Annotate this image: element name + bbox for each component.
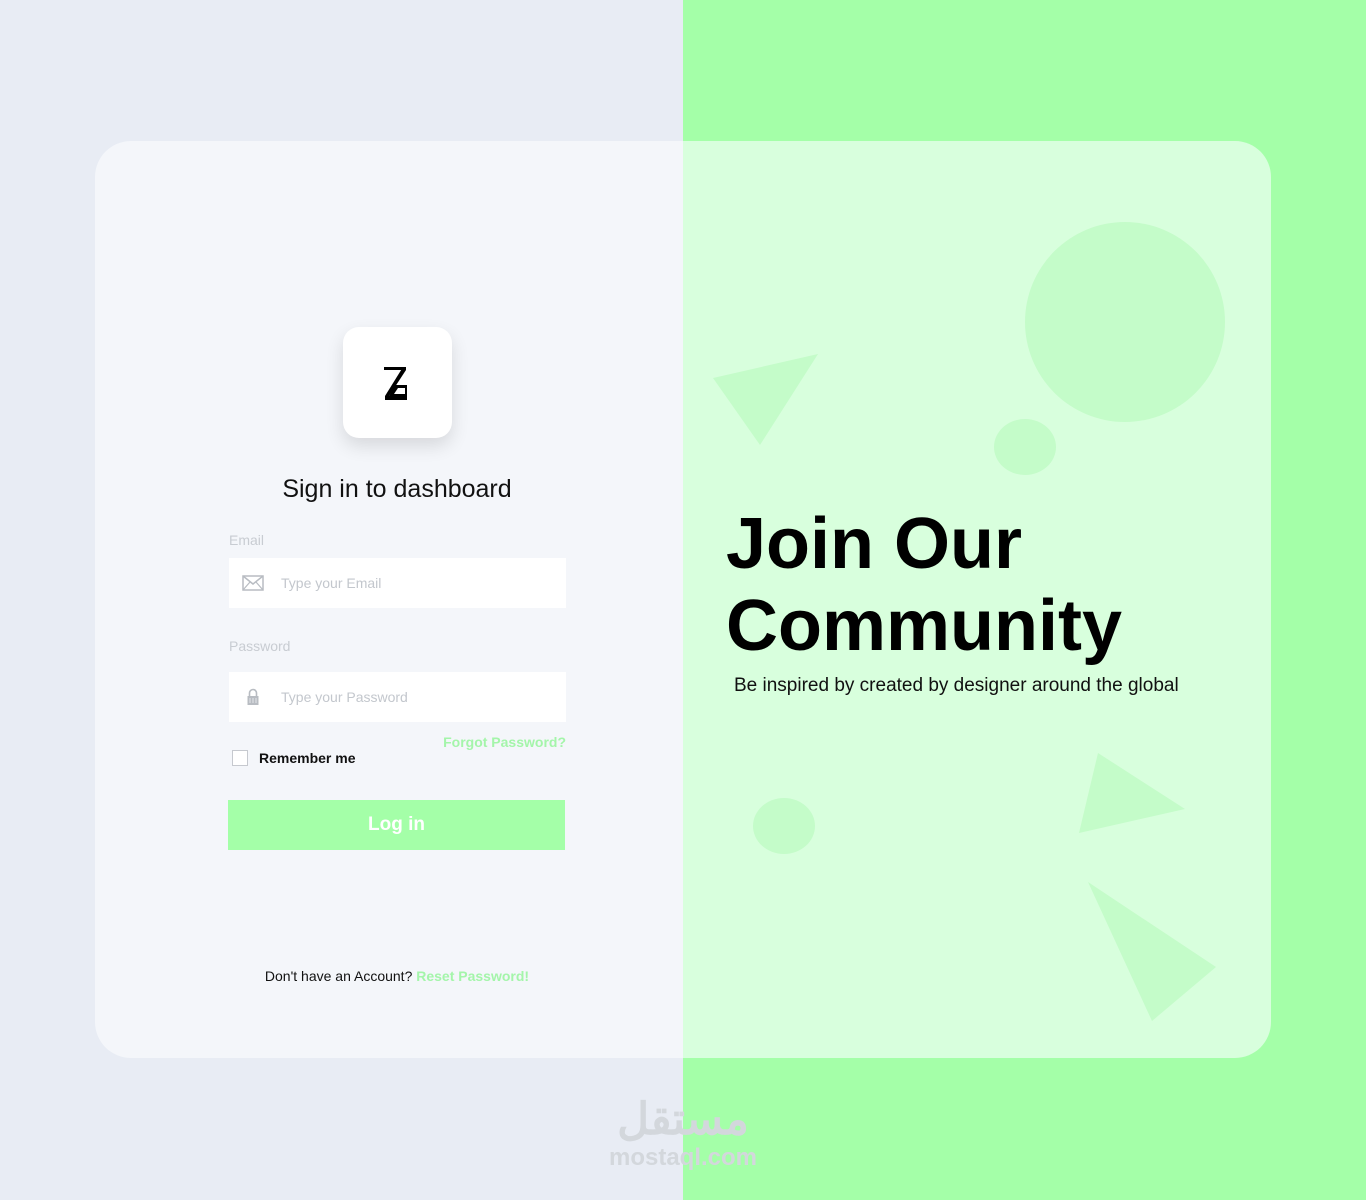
- small-circle-shape-2: [753, 798, 815, 854]
- hero-subtitle: Be inspired by created by designer aroun…: [734, 675, 1179, 696]
- password-input[interactable]: [281, 689, 541, 705]
- remember-me[interactable]: Remember me: [232, 750, 356, 766]
- watermark: مستقل mostaql.com: [600, 1095, 766, 1175]
- password-field[interactable]: [229, 672, 566, 722]
- password-label: Password: [229, 638, 291, 654]
- login-panel: Sign in to dashboard Email Password: [95, 141, 683, 1058]
- watermark-latin: mostaql.com: [608, 1144, 758, 1171]
- page-title: Sign in to dashboard: [282, 475, 512, 503]
- watermark-arabic: مستقل: [617, 1095, 749, 1144]
- email-field[interactable]: [229, 558, 566, 608]
- auth-card: Sign in to dashboard Email Password: [95, 141, 1271, 1058]
- triangle-shape-3: [1088, 882, 1216, 1021]
- signup-text: Don't have an Account?: [264, 968, 413, 984]
- remember-label: Remember me: [259, 750, 356, 766]
- forgot-password-link[interactable]: Forgot Password?: [442, 734, 566, 750]
- hero-title: Join Our Community: [726, 504, 1122, 666]
- login-button[interactable]: Log in: [228, 800, 565, 850]
- lock-icon: [241, 687, 265, 707]
- triangle-shape-2: [1079, 753, 1185, 833]
- small-circle-shape: [994, 419, 1056, 475]
- email-input[interactable]: [281, 575, 541, 591]
- remember-checkbox[interactable]: [232, 750, 248, 766]
- big-circle-shape: [1025, 222, 1225, 422]
- hero-panel: Join Our Community Be inspired by create…: [683, 141, 1271, 1058]
- signup-prompt: Don't have an Account? Reset Password!: [95, 968, 699, 984]
- app-logo: [343, 327, 452, 438]
- envelope-icon: [241, 573, 265, 593]
- reset-password-link[interactable]: Reset Password!: [416, 968, 529, 984]
- triangle-shape: [713, 354, 818, 445]
- z-logo-icon: [383, 366, 407, 400]
- email-label: Email: [229, 532, 265, 548]
